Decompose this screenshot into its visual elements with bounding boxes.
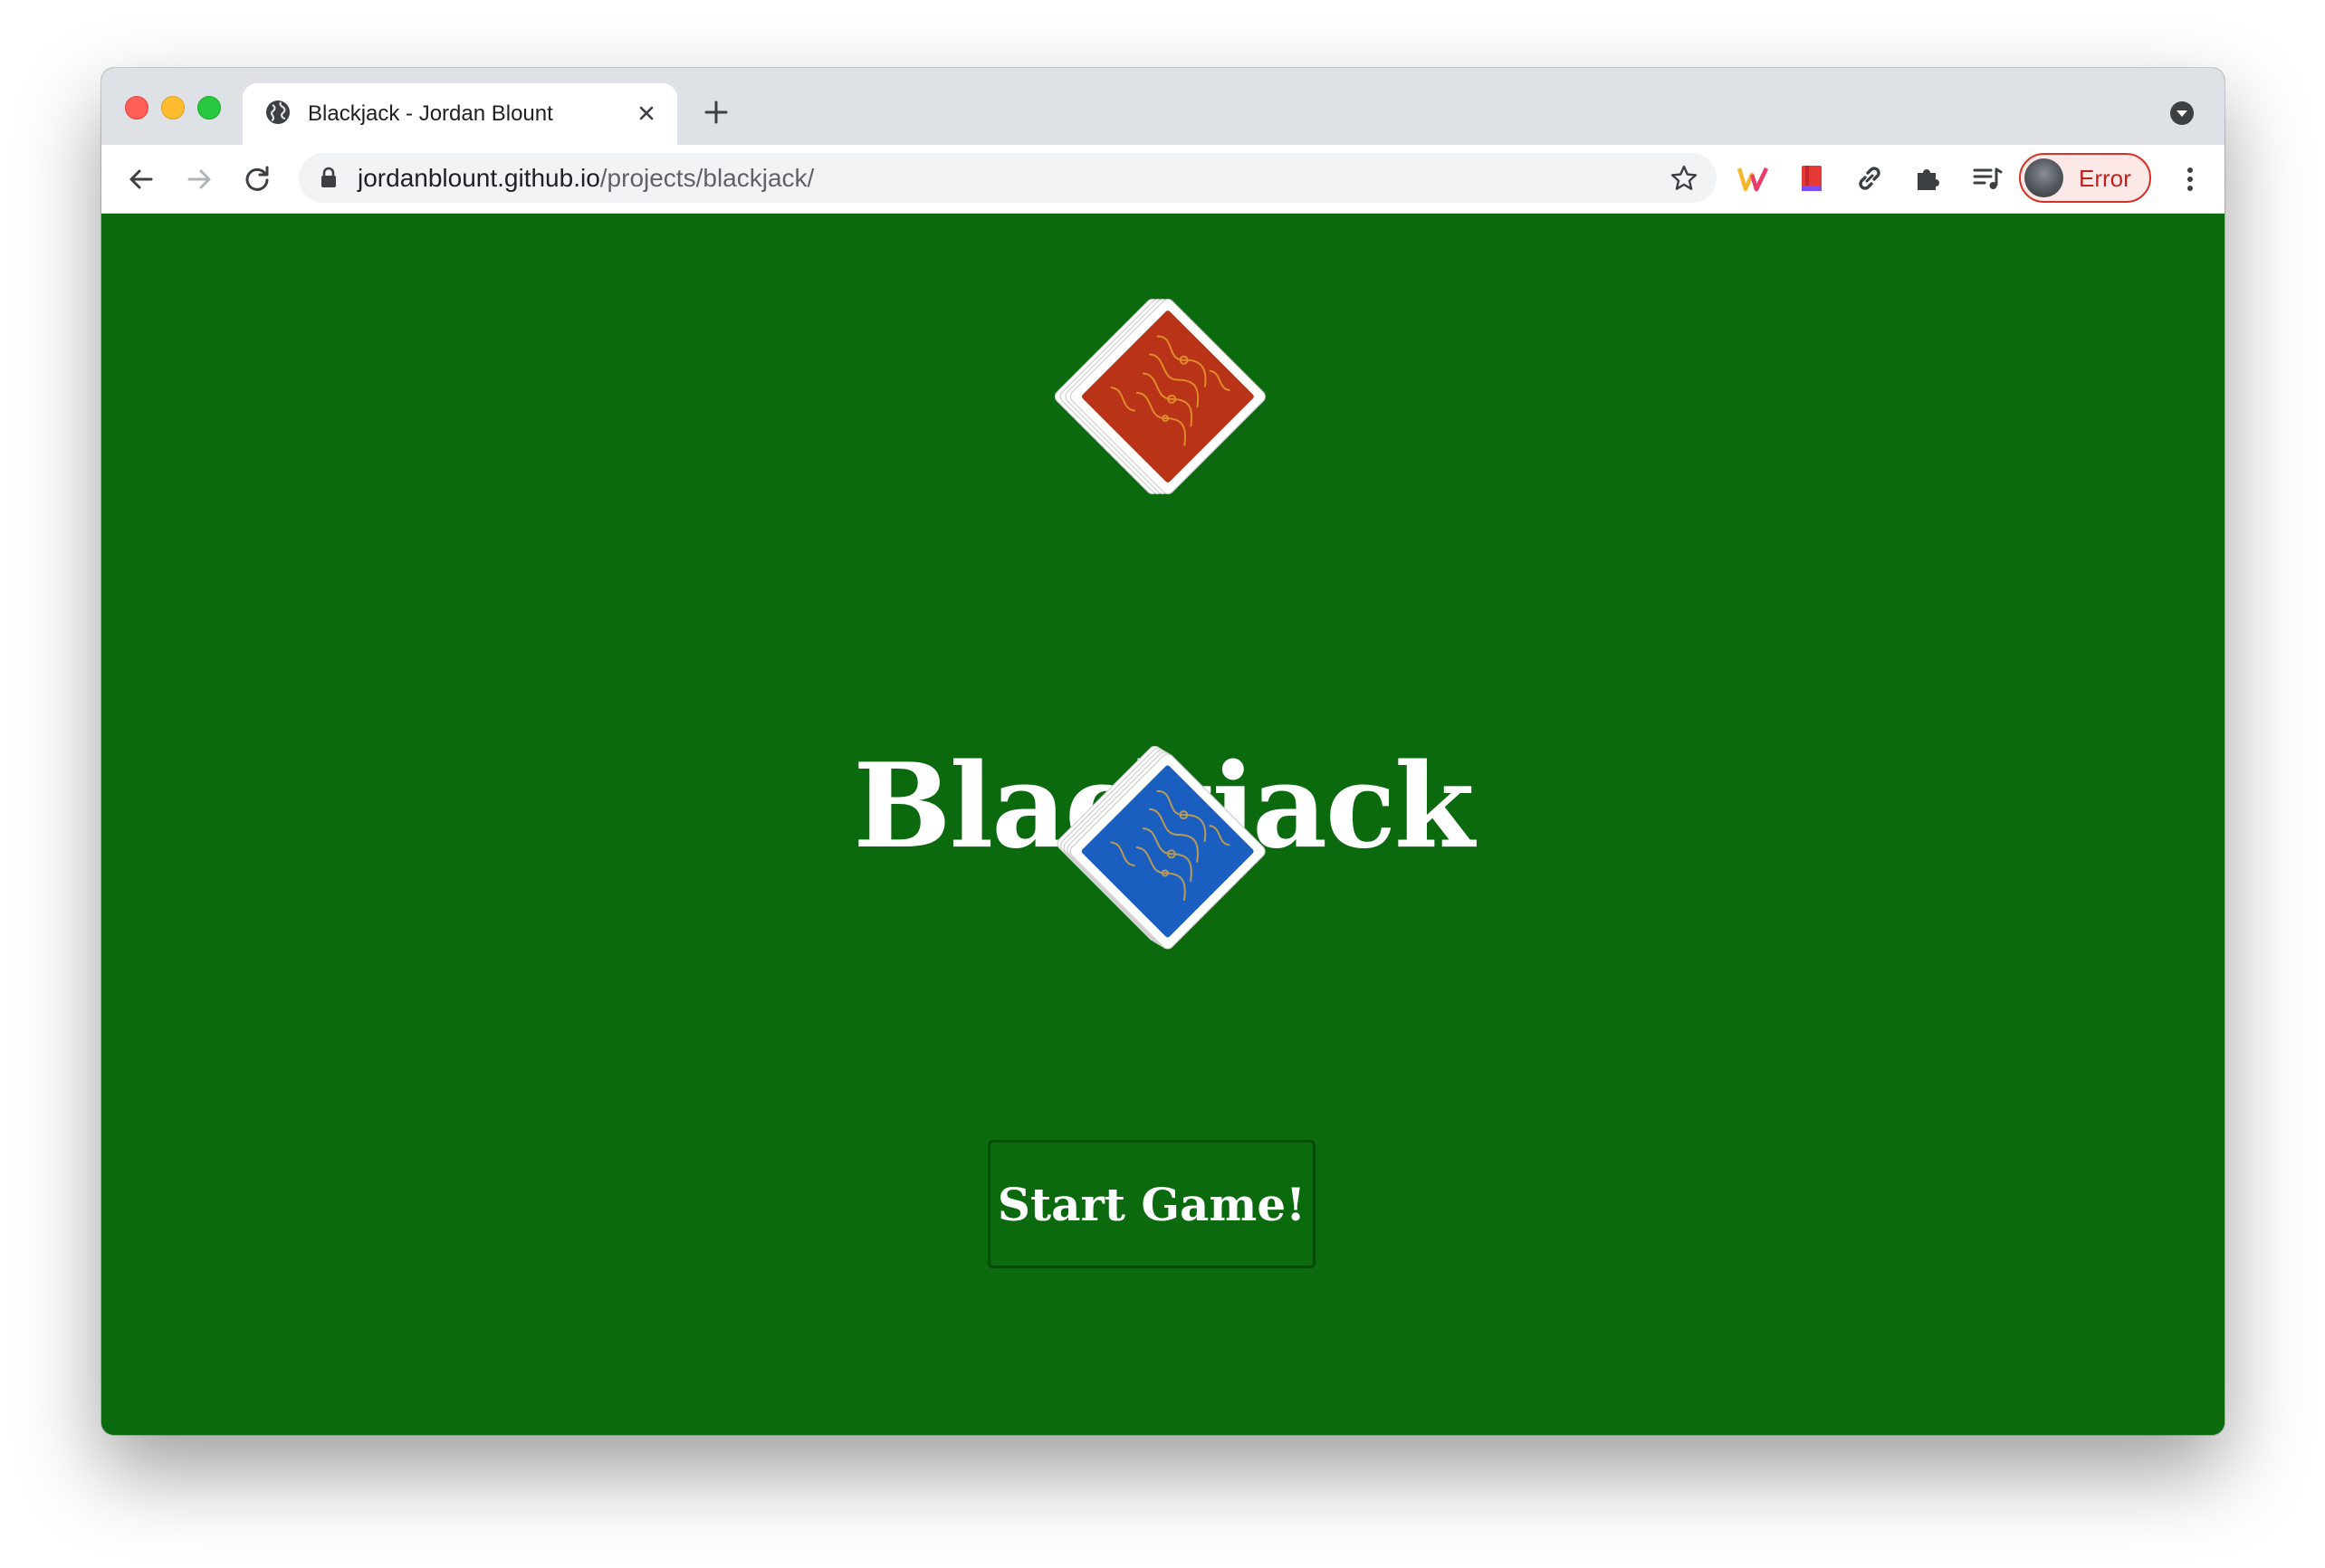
tab-strip: Blackjack - Jordan Blount xyxy=(101,68,2225,145)
tab-active[interactable]: Blackjack - Jordan Blount xyxy=(243,83,677,145)
profile-button[interactable]: Error xyxy=(2019,153,2151,203)
red-card-deck xyxy=(1054,298,1266,495)
tab-search-icon[interactable] xyxy=(2169,100,2195,126)
profile-status-label: Error xyxy=(2079,165,2131,192)
extension-book-icon[interactable] xyxy=(1795,162,1828,195)
globe-icon xyxy=(266,100,290,124)
minimize-window-button[interactable] xyxy=(161,96,185,120)
new-tab-icon[interactable] xyxy=(702,98,731,127)
media-queue-icon[interactable] xyxy=(1971,162,2004,195)
tab-title: Blackjack - Jordan Blount xyxy=(308,101,553,126)
bookmark-star-icon[interactable] xyxy=(1670,164,1698,193)
address-bar[interactable]: jordanblount.github.io/projects/blackjac… xyxy=(299,153,1717,203)
reload-icon[interactable] xyxy=(241,163,273,196)
browser-toolbar: jordanblount.github.io/projects/blackjac… xyxy=(101,145,2225,214)
url-text[interactable]: jordanblount.github.io/projects/blackjac… xyxy=(358,164,814,193)
avatar xyxy=(2024,158,2063,197)
page-content: Blackjack xyxy=(101,214,2225,1435)
browser-window: Blackjack - Jordan Blount jordanblount.g… xyxy=(101,68,2225,1435)
maximize-window-button[interactable] xyxy=(197,96,221,120)
close-window-button[interactable] xyxy=(125,96,148,120)
start-game-button[interactable]: Start Game! xyxy=(988,1140,1316,1268)
forward-arrow-icon[interactable] xyxy=(183,163,215,196)
extension-w-icon[interactable] xyxy=(1737,162,1769,195)
lock-icon[interactable] xyxy=(319,167,339,188)
blue-card-deck xyxy=(1057,745,1266,950)
url-domain: jordanblount.github.io xyxy=(358,164,600,192)
back-arrow-icon[interactable] xyxy=(125,163,158,196)
puzzle-extensions-icon[interactable] xyxy=(1912,162,1945,195)
url-path: /projects/blackjack/ xyxy=(599,164,815,192)
more-menu-icon[interactable] xyxy=(2183,163,2197,196)
link-icon[interactable] xyxy=(1853,162,1886,195)
close-tab-icon[interactable] xyxy=(634,100,659,126)
